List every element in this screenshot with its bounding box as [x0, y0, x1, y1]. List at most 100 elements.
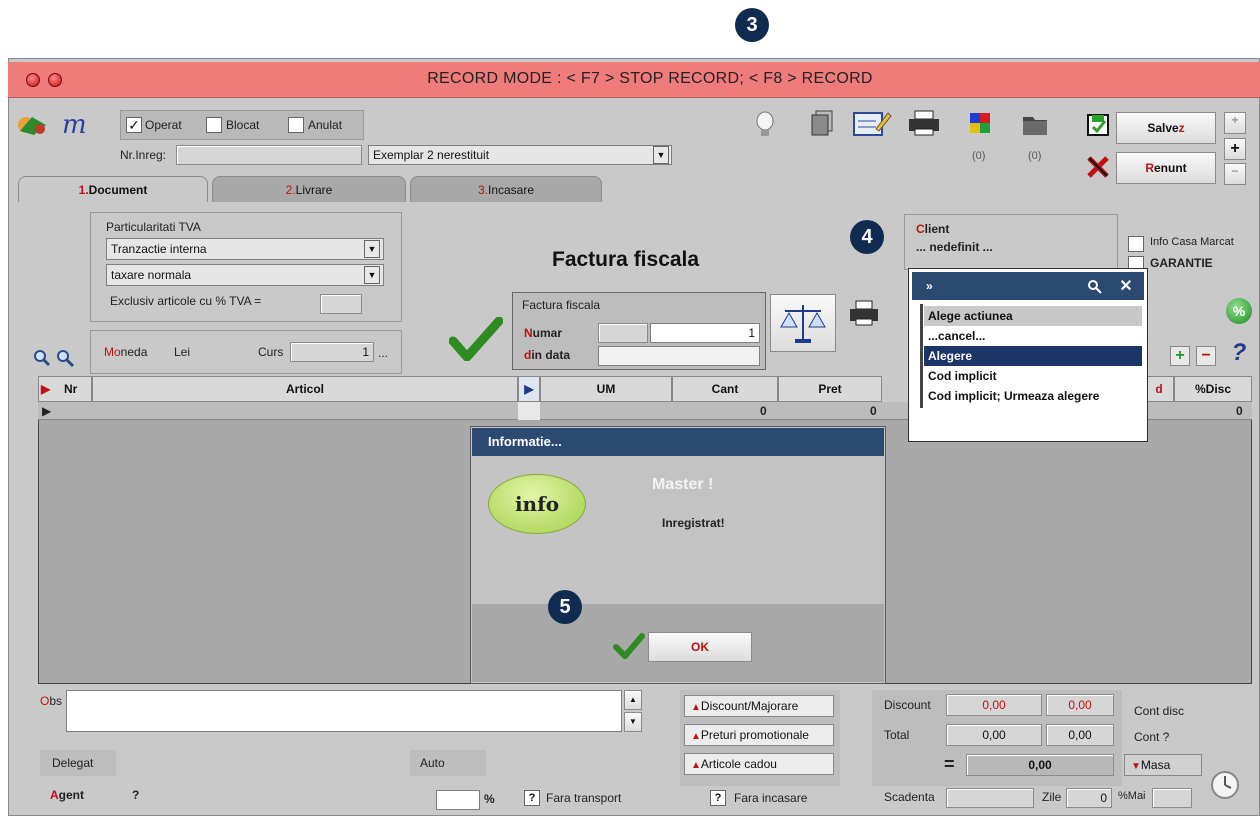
- search-icon[interactable]: [1086, 278, 1104, 296]
- tab-document[interactable]: 1.Document: [18, 176, 208, 202]
- save-disk-icon[interactable]: [1084, 110, 1112, 138]
- grid-header-pret[interactable]: Pret: [778, 376, 882, 402]
- nr-inreg-label: Nr.Inreg:: [120, 148, 167, 162]
- save-label: Salve: [1147, 121, 1179, 135]
- add-row-icon[interactable]: +: [1170, 346, 1190, 366]
- auto-label: Auto: [420, 756, 445, 770]
- folder-icon[interactable]: [1020, 110, 1050, 138]
- articole-cadou-button[interactable]: ▲Articole cadou: [684, 753, 834, 775]
- blocat-checkbox[interactable]: [206, 117, 222, 133]
- fara-transport-checkbox[interactable]: ?: [524, 790, 540, 806]
- curs-field[interactable]: 1: [290, 342, 374, 362]
- tab-livrare-label: Livrare: [295, 183, 333, 197]
- menu-item-cancel[interactable]: ...cancel...: [924, 326, 1142, 346]
- menu-item-cod-implicit-alegere[interactable]: Cod implicit; Urmeaza alegere: [924, 386, 1142, 406]
- edit-form-icon[interactable]: [852, 108, 892, 138]
- numar-label-rest: umar: [532, 326, 563, 340]
- plus-icon[interactable]: +: [1224, 138, 1246, 160]
- fara-incasare-checkbox[interactable]: ?: [710, 790, 726, 806]
- series-field[interactable]: [598, 323, 648, 343]
- preturi-promotionale-button[interactable]: ▲Preturi promotionale: [684, 724, 834, 746]
- moneda-label-rest: neda: [120, 345, 148, 359]
- lightbulb-icon[interactable]: [750, 108, 780, 142]
- garantie-label: GARANTIE: [1150, 256, 1213, 270]
- remove-row-icon[interactable]: −: [1196, 346, 1216, 366]
- cancel-button[interactable]: Renunt: [1116, 152, 1216, 184]
- obs-scroll-down[interactable]: ▼: [624, 712, 642, 732]
- cont-q-label[interactable]: Cont ?: [1134, 730, 1169, 744]
- discount-majorare-button[interactable]: ▲Discount/Majorare: [684, 695, 834, 717]
- delegat-label: Delegat: [52, 756, 94, 770]
- tab-incasare[interactable]: 3.Incasare: [410, 176, 602, 202]
- m-logo-icon[interactable]: m: [60, 110, 106, 140]
- grid-header-um[interactable]: UM: [540, 376, 672, 402]
- menu-item-cod-implicit[interactable]: Cod implicit: [924, 366, 1142, 386]
- discount-value-2: 0,00: [1046, 694, 1114, 716]
- print-document-icon[interactable]: [846, 298, 882, 328]
- grid-header-d[interactable]: d: [1144, 376, 1174, 402]
- transport-percent-sign: %: [484, 792, 495, 806]
- chevron-down-icon[interactable]: ▼: [364, 266, 380, 284]
- clock-icon[interactable]: [1210, 770, 1240, 800]
- color-grid-icon[interactable]: [966, 110, 996, 138]
- cont-disc-label[interactable]: Cont disc: [1134, 704, 1184, 718]
- client-value[interactable]: ... nedefinit ...: [916, 240, 993, 254]
- app-logo-icon[interactable]: [16, 110, 50, 140]
- agent-value[interactable]: ?: [132, 788, 139, 802]
- anulat-checkbox[interactable]: [288, 117, 304, 133]
- mai-label: %Mai: [1118, 790, 1146, 802]
- tva-title: Particularitati TVA: [106, 220, 201, 234]
- minimize-dot-icon[interactable]: [48, 73, 62, 87]
- grid-header-articol[interactable]: Articol: [92, 376, 518, 402]
- exclusive-vat-field[interactable]: [320, 294, 362, 314]
- total-value-1: 0,00: [946, 724, 1042, 746]
- close-dot-icon[interactable]: [26, 73, 40, 87]
- cancel-x-icon[interactable]: [1084, 152, 1112, 182]
- scadenta-label: Scadenta: [884, 790, 935, 804]
- masa-button[interactable]: ▼Masa: [1124, 754, 1202, 776]
- scroll-up-button[interactable]: +: [1224, 112, 1246, 134]
- obs-textarea[interactable]: [66, 690, 622, 732]
- fara-incasare-label: Fara incasare: [734, 791, 808, 805]
- scadenta-field[interactable]: [946, 788, 1034, 808]
- scroll-down-button[interactable]: −: [1224, 163, 1246, 185]
- numar-field[interactable]: 1: [650, 323, 760, 343]
- transport-percent-field[interactable]: [436, 790, 480, 810]
- ok-button[interactable]: OK: [648, 632, 752, 662]
- mai-field[interactable]: [1152, 788, 1192, 808]
- grid-header-disc[interactable]: %Disc: [1174, 376, 1252, 402]
- nr-inreg-field[interactable]: [176, 145, 362, 165]
- grid-header-cant[interactable]: Cant: [672, 376, 778, 402]
- grid-active-cell[interactable]: [518, 402, 540, 420]
- row-pret-value: 0: [870, 404, 877, 418]
- obs-scroll-up[interactable]: ▲: [624, 690, 642, 710]
- documents-icon[interactable]: [806, 108, 838, 138]
- chevron-down-icon[interactable]: ▼: [653, 146, 669, 164]
- zile-field[interactable]: 0: [1066, 788, 1112, 808]
- printer-icon[interactable]: [906, 108, 942, 138]
- scale-button[interactable]: [770, 294, 836, 352]
- close-icon[interactable]: ✕: [1116, 276, 1136, 296]
- tab-livrare[interactable]: 2.Livrare: [212, 176, 406, 202]
- tva-tax-select[interactable]: taxare normala: [106, 264, 384, 286]
- curs-more-button[interactable]: ...: [378, 346, 388, 360]
- help-icon[interactable]: ?: [1228, 339, 1250, 366]
- exemplar-select[interactable]: Exemplar 2 nerestituit: [368, 145, 672, 165]
- anulat-label: Anulat: [308, 118, 343, 132]
- percent-icon[interactable]: %: [1226, 298, 1252, 324]
- tva-type-select[interactable]: Tranzactie interna: [106, 238, 384, 260]
- grid-header-nr[interactable]: ▶ Nr: [38, 376, 92, 402]
- date-field[interactable]: [598, 346, 760, 366]
- masa-label: Masa: [1140, 758, 1171, 772]
- chevron-down-icon[interactable]: ▼: [364, 240, 380, 258]
- operat-checkbox[interactable]: ✓: [126, 117, 142, 133]
- save-button[interactable]: Salvez: [1116, 112, 1216, 144]
- search-icon[interactable]: [32, 348, 52, 368]
- grid-header-expand[interactable]: ▶: [518, 376, 540, 402]
- info-casa-checkbox[interactable]: [1128, 236, 1144, 252]
- agent-hotkey: A: [50, 788, 59, 802]
- client-label: Client: [916, 222, 949, 236]
- search-advanced-icon[interactable]: [54, 348, 78, 368]
- menu-item-alegere[interactable]: Alegere: [924, 346, 1142, 366]
- document-box-title: Factura fiscala: [522, 298, 601, 312]
